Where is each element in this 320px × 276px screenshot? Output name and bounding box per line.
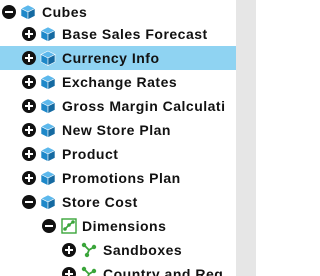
cube-icon — [40, 74, 56, 90]
tree-node-cube[interactable]: New Store Plan — [0, 118, 236, 142]
collapse-icon[interactable] — [42, 219, 56, 233]
tree-node-label: Exchange Rates — [62, 74, 178, 90]
tree-node-label: Product — [62, 146, 119, 162]
dimension-icon — [61, 218, 77, 234]
tree-node-cube[interactable]: Currency Info — [0, 46, 236, 70]
hierarchy-icon — [81, 266, 97, 276]
hierarchy-icon — [81, 242, 97, 258]
tree-node-label: Base Sales Forecast — [62, 26, 208, 42]
tree-node-cube[interactable]: Gross Margin Calculati — [0, 94, 236, 118]
tree-node-label: Promotions Plan — [62, 170, 181, 186]
tree-node-cube[interactable]: Exchange Rates — [0, 70, 236, 94]
expand-icon[interactable] — [22, 147, 36, 161]
expand-icon[interactable] — [22, 171, 36, 185]
cube-icon — [40, 98, 56, 114]
tree-node-label: New Store Plan — [62, 122, 171, 138]
tree-node-dimension[interactable]: Sandboxes — [0, 238, 236, 262]
tree-node-label: Store Cost — [62, 194, 138, 210]
tree-node-label: Cubes — [42, 4, 88, 20]
cube-icon — [40, 26, 56, 42]
cube-icon — [20, 4, 36, 20]
collapse-icon[interactable] — [22, 195, 36, 209]
expand-icon[interactable] — [22, 123, 36, 137]
cube-tree: Cubes Base Sales Forecast Currency Info … — [0, 0, 236, 276]
expand-icon[interactable] — [22, 51, 36, 65]
cube-icon — [40, 194, 56, 210]
expand-icon[interactable] — [22, 75, 36, 89]
expand-icon[interactable] — [22, 27, 36, 41]
expand-icon[interactable] — [62, 267, 76, 276]
cube-icon — [40, 146, 56, 162]
tree-node-cube[interactable]: Product — [0, 142, 236, 166]
tree-node-cubes[interactable]: Cubes — [0, 0, 236, 24]
scrollbar-track[interactable] — [236, 0, 256, 276]
cube-icon — [40, 122, 56, 138]
tree-node-dimensions[interactable]: Dimensions — [0, 214, 236, 238]
tree-node-label: Sandboxes — [103, 242, 183, 258]
tree-node-cube[interactable]: Store Cost — [0, 190, 236, 214]
tree-node-label: Dimensions — [82, 218, 167, 234]
expand-icon[interactable] — [62, 243, 76, 257]
tree-node-dimension[interactable]: Country and Reg — [0, 262, 236, 276]
cube-icon — [40, 170, 56, 186]
tree-node-label: Currency Info — [62, 50, 160, 66]
collapse-icon[interactable] — [2, 5, 16, 19]
expand-icon[interactable] — [22, 99, 36, 113]
cube-icon — [40, 50, 56, 66]
tree-node-label: Gross Margin Calculati — [62, 98, 226, 114]
tree-node-cube[interactable]: Base Sales Forecast — [0, 22, 236, 46]
tree-node-cube[interactable]: Promotions Plan — [0, 166, 236, 190]
tree-node-label: Country and Reg — [103, 266, 224, 276]
